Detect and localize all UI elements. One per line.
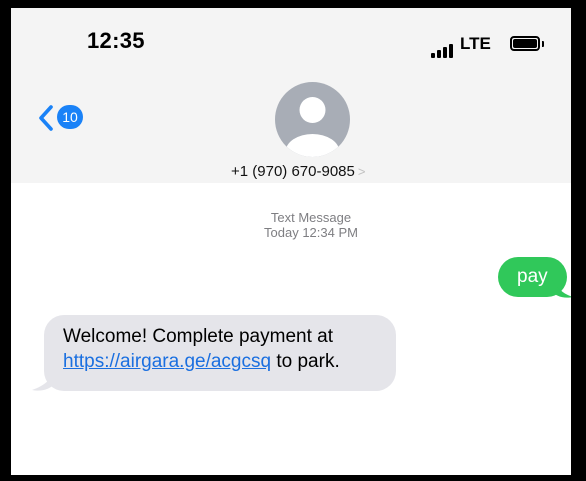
incoming-message-tail-text: to park. [271, 351, 340, 372]
disclosure-chevron-icon: > [357, 164, 366, 179]
contact-phone-number: +1 (970) 670-9085 [231, 163, 355, 180]
avatar-silhouette [285, 97, 340, 157]
message-timestamp: Today 12:34 PM [264, 225, 358, 240]
incoming-message-line-2: https://airgara.ge/acgcsq to park. [63, 349, 376, 374]
back-button[interactable]: 10 [37, 102, 107, 136]
thread-meta: Text Message Today 12:34 PM [211, 210, 411, 240]
conversation-header: 12:35 LTE 10 +1 (970) 670-9085 > [11, 8, 571, 183]
signal-bars-icon [431, 44, 457, 58]
network-label: LTE [460, 34, 491, 53]
back-chevron-icon [39, 105, 53, 131]
unread-count-badge: 10 [57, 105, 83, 129]
screenshot-frame: 12:35 LTE 10 +1 (970) 670-9085 > Text Me… [0, 0, 586, 481]
outgoing-bubble-tail [551, 278, 571, 298]
incoming-message-bubble[interactable]: Welcome! Complete payment at https://air… [44, 315, 396, 391]
service-label: Text Message [270, 210, 352, 225]
incoming-bubble-tail [32, 369, 56, 391]
battery-nub [542, 41, 544, 47]
status-time: 12:35 [87, 28, 145, 53]
messages-screen: 12:35 LTE 10 +1 (970) 670-9085 > Text Me… [11, 8, 571, 475]
contact-avatar-icon[interactable] [275, 82, 350, 157]
payment-link[interactable]: https://airgara.ge/acgcsq [63, 351, 271, 372]
contact-name-button[interactable]: +1 (970) 670-9085 > [231, 163, 431, 185]
battery-icon [510, 36, 540, 51]
outgoing-message-text: pay [517, 266, 548, 287]
incoming-message-line-1: Welcome! Complete payment at [63, 326, 333, 347]
